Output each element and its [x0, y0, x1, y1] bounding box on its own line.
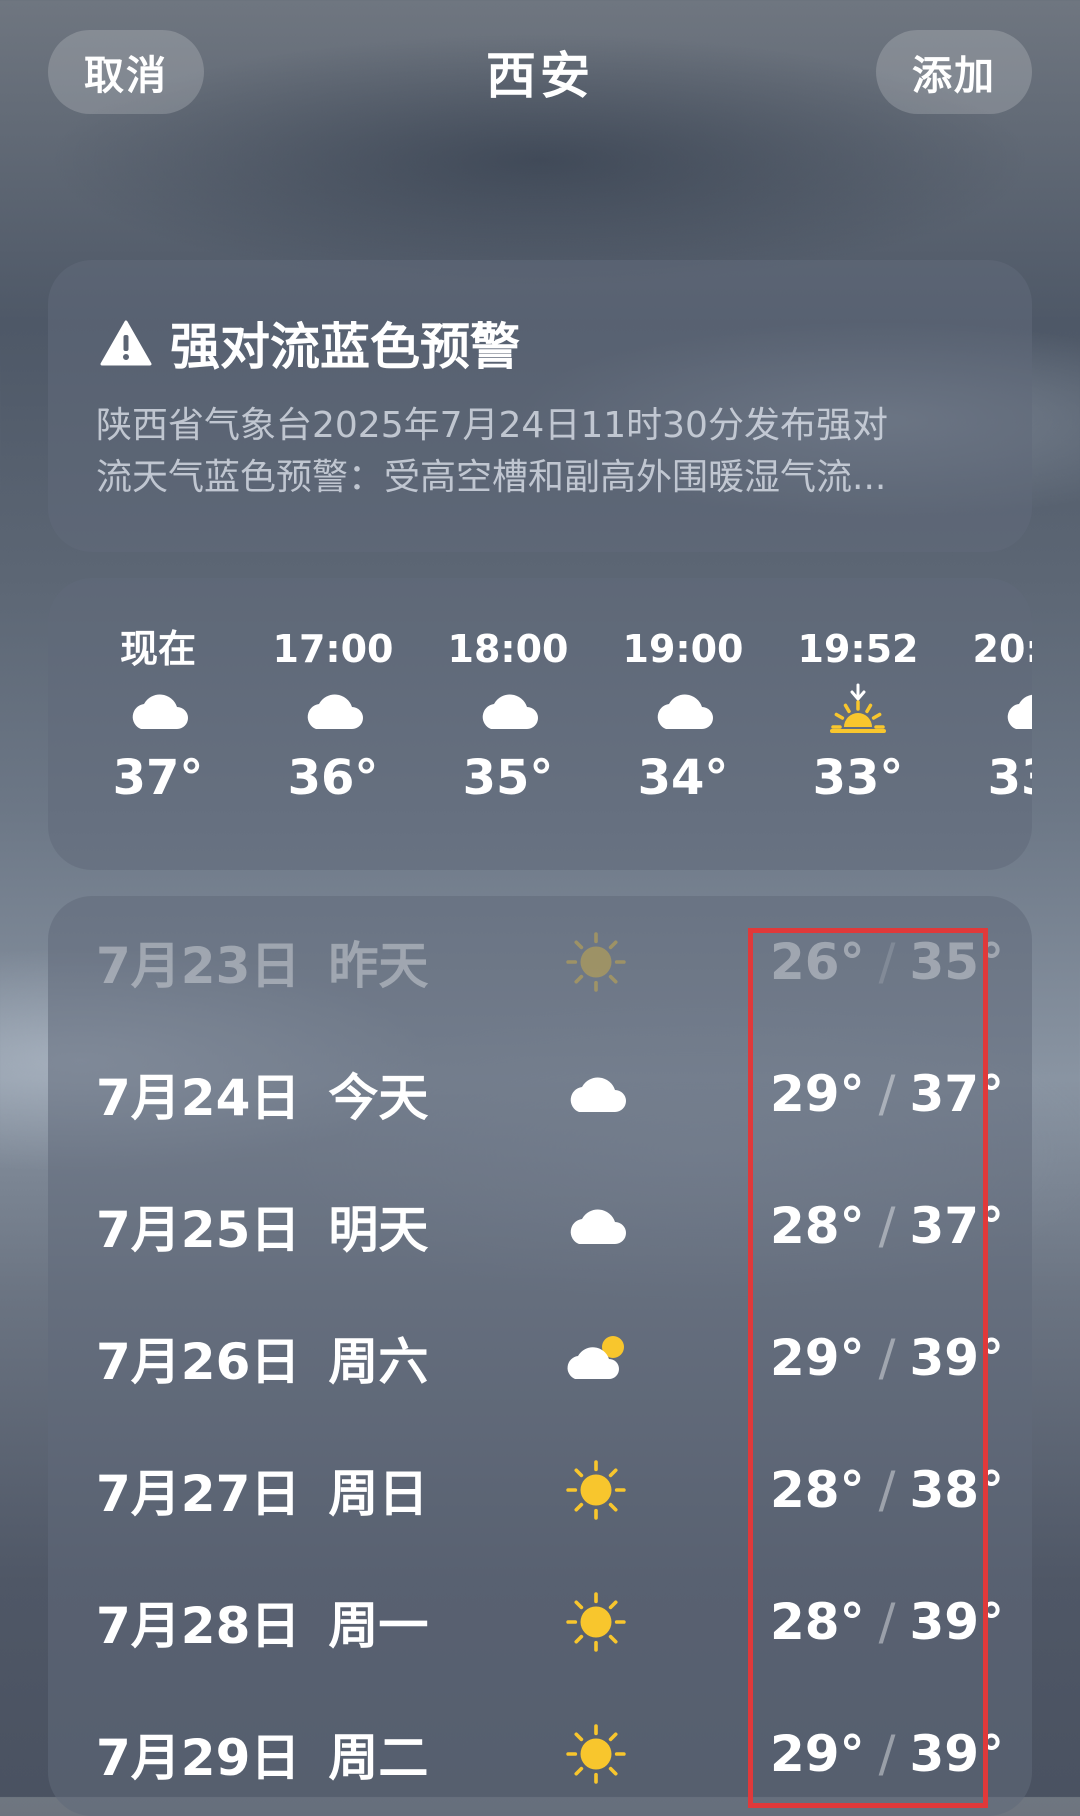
day-name: 周日 [328, 1465, 429, 1523]
day-icon-wrap [558, 1460, 634, 1520]
day-date: 7月23日 [96, 937, 301, 995]
cloud-icon [570, 1077, 626, 1112]
hour-icon-wrap [953, 674, 1032, 748]
day-icon-wrap [558, 1328, 634, 1388]
warning-triangle-icon [100, 320, 152, 366]
weather-alert-card[interactable]: 强对流蓝色预警 陕西省气象台2025年7月24日11时30分发布强对 流天气蓝色… [48, 260, 1032, 552]
alert-line: 流天气蓝色预警：受高空槽和副高外围暖湿气流... [96, 457, 887, 498]
day-label: 7月27日 周日 [96, 1424, 428, 1556]
day-label: 7月28日 周一 [96, 1556, 428, 1688]
header: 取消 西安 添加 [0, 30, 1080, 114]
day-name: 周六 [328, 1333, 429, 1391]
day-name: 昨天 [328, 937, 429, 995]
day-icon-wrap [558, 932, 634, 992]
day-name: 明天 [328, 1201, 429, 1259]
day-icon-wrap [558, 1592, 634, 1652]
hour-temp: 34° [637, 750, 729, 806]
alert-line: 陕西省气象台2025年7月24日11时30分发布强对 [96, 405, 888, 446]
sun-icon [566, 1460, 626, 1520]
day-label: 7月24日 今天 [96, 1028, 428, 1160]
cloud-icon [132, 694, 188, 729]
hourly-item: 17:00 36° [253, 624, 413, 808]
hour-time: 17:00 [272, 627, 394, 671]
hour-icon-wrap [78, 674, 238, 748]
day-label: 7月26日 周六 [96, 1292, 428, 1424]
sunset-icon [830, 683, 886, 733]
hourly-item: 18:00 35° [428, 624, 588, 808]
hourly-item: 现在 37° [78, 624, 238, 808]
day-date: 7月28日 [96, 1597, 301, 1655]
partly-cloudy-icon [567, 1336, 624, 1379]
day-date: 7月26日 [96, 1333, 301, 1391]
hour-time: 19:52 [797, 627, 919, 671]
day-date: 7月25日 [96, 1201, 301, 1259]
day-icon-wrap [558, 1724, 634, 1784]
hour-icon-wrap [603, 674, 763, 748]
add-button[interactable]: 添加 [876, 30, 1032, 114]
hour-temp: 35° [462, 750, 554, 806]
sun-icon [566, 1724, 626, 1784]
day-icon-wrap [558, 1064, 634, 1124]
day-name: 周一 [328, 1597, 429, 1655]
cloud-icon [657, 694, 713, 729]
hourly-forecast[interactable]: 现在 37° 17:00 36° 18:00 35° 19:00 34° 19:52 33° 20… [48, 578, 1032, 870]
hourly-item: 20:00 33° [953, 624, 1032, 808]
hour-temp: 33° [812, 750, 904, 806]
hourly-item: 19:00 34° [603, 624, 763, 808]
day-label: 7月25日 明天 [96, 1160, 428, 1292]
hour-icon-wrap [428, 674, 588, 748]
day-name: 周二 [328, 1729, 429, 1787]
day-name: 今天 [328, 1069, 429, 1127]
cloud-icon [482, 694, 538, 729]
hourly-item: 19:52 33° [778, 624, 938, 808]
day-date: 7月27日 [96, 1465, 301, 1523]
hour-temp: 33° [987, 750, 1032, 806]
hour-time: 18:00 [447, 627, 569, 671]
hour-time: 现在 [119, 627, 196, 671]
day-date: 7月29日 [96, 1729, 301, 1787]
hour-icon-wrap [253, 674, 413, 748]
alert-description: 陕西省气象台2025年7月24日11时30分发布强对 流天气蓝色预警：受高空槽和… [96, 400, 996, 504]
hour-temp: 37° [112, 750, 204, 806]
sun-icon [566, 932, 626, 992]
alert-title-row: 强对流蓝色预警 [100, 308, 520, 378]
cloud-icon [1007, 694, 1032, 729]
sun-icon [566, 1592, 626, 1652]
hour-temp: 36° [287, 750, 379, 806]
hour-time: 20:00 [972, 627, 1032, 671]
alert-title: 强对流蓝色预警 [170, 318, 520, 376]
cloud-icon [307, 694, 363, 729]
day-label: 7月23日 昨天 [96, 896, 428, 1028]
hour-icon-wrap [778, 674, 938, 748]
cloud-icon [570, 1209, 626, 1244]
day-icon-wrap [558, 1196, 634, 1256]
temperature-highlight-box [748, 928, 988, 1808]
hour-time: 19:00 [622, 627, 744, 671]
day-date: 7月24日 [96, 1069, 301, 1127]
